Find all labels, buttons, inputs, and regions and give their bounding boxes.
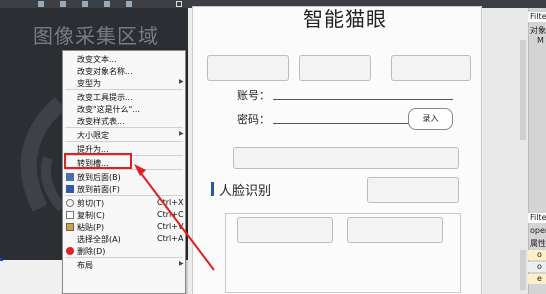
- filter-label: Filte: [530, 12, 546, 21]
- account-input[interactable]: [273, 99, 453, 100]
- scrollbar[interactable]: [520, 40, 526, 140]
- menu-item-label: 剪切(T): [77, 199, 105, 208]
- menu-item-bring-to-front[interactable]: 放到前面(F): [63, 183, 185, 194]
- menu-separator: [65, 257, 183, 258]
- menu-item-label: 改变工具提示...: [77, 93, 133, 102]
- enter-button[interactable]: 录入: [408, 108, 453, 130]
- app-title: 智能猫眼: [303, 7, 387, 31]
- toolbar-icon[interactable]: [82, 1, 88, 7]
- object-inspector-content: Filte 对象 M Filte oper 属性 o o e: [528, 8, 546, 294]
- property-row[interactable]: e: [528, 274, 546, 284]
- menu-item-copy[interactable]: 复制(C) Ctrl+C: [63, 209, 185, 220]
- blank-button[interactable]: [207, 55, 289, 81]
- highlight-box: [64, 153, 132, 169]
- account-label: 账号：: [237, 89, 270, 102]
- face-recognition-label: 人脸识别: [219, 184, 272, 199]
- menu-item-label: 放到后面(B): [77, 173, 121, 182]
- menu-item-label: 粘贴(P): [77, 223, 105, 232]
- menu-item-change-text[interactable]: 改变文本...: [63, 53, 185, 64]
- submenu-arrow-icon: ▶: [179, 260, 184, 267]
- resize-handle[interactable]: [0, 258, 3, 261]
- toolbar-icon[interactable]: [38, 1, 44, 7]
- menu-item-select-all[interactable]: 选择全部(A) Ctrl+A: [63, 233, 185, 244]
- menu-item-label: 改变"这是什么"...: [77, 105, 140, 114]
- toolbar-icon[interactable]: [60, 1, 66, 7]
- menu-item-layout[interactable]: 布局 ▶: [63, 259, 185, 270]
- menu-item-label: 改变文本...: [77, 55, 117, 64]
- paste-icon: [66, 223, 74, 231]
- blank-button[interactable]: [391, 55, 471, 81]
- object-tree-item[interactable]: M: [537, 36, 544, 45]
- delete-icon: [66, 247, 74, 255]
- property-object-name: oper: [530, 226, 546, 235]
- menu-item-paste[interactable]: 粘贴(P) Ctrl+V: [63, 221, 185, 232]
- menu-item-label: 删除(D): [77, 247, 106, 256]
- blank-button[interactable]: [299, 55, 371, 81]
- shortcut-label: Ctrl+V: [157, 222, 184, 231]
- context-menu: 改变文本... 改变对象名称... 变型为 ▶ 改变工具提示... 改变"这是什么…: [62, 50, 186, 294]
- password-input[interactable]: [273, 123, 409, 124]
- menu-item-label: 改变样式表...: [77, 117, 125, 126]
- menu-item-morph-into[interactable]: 变型为 ▶: [63, 77, 185, 88]
- property-row[interactable]: o: [528, 262, 546, 272]
- menu-item-label: 复制(C): [77, 211, 105, 220]
- bring-to-front-icon: [66, 185, 74, 193]
- shortcut-label: Ctrl+A: [157, 234, 184, 243]
- shortcut-label: Ctrl+X: [157, 198, 184, 207]
- menu-separator: [65, 195, 183, 196]
- property-column-header: 属性: [530, 239, 546, 248]
- menu-separator: [65, 169, 183, 170]
- filter-label: Filte: [530, 213, 546, 222]
- menu-item-label: 布局: [77, 261, 93, 270]
- property-row[interactable]: o: [528, 250, 546, 260]
- toolbar-icon[interactable]: [176, 1, 182, 7]
- submenu-arrow-icon: ▶: [179, 130, 184, 137]
- menu-item-label: 变型为: [77, 79, 101, 88]
- menu-item-delete[interactable]: 删除(D): [63, 245, 185, 256]
- menu-item-label: 大小限定: [77, 131, 109, 140]
- blank-button[interactable]: [367, 177, 459, 203]
- menu-item-label: 选择全部(A): [77, 235, 121, 244]
- submenu-arrow-icon: ▶: [179, 78, 184, 85]
- menu-item-label: 改变对象名称...: [77, 67, 133, 76]
- menu-separator: [65, 127, 183, 128]
- scissors-icon: [66, 199, 74, 207]
- copy-icon: [66, 211, 74, 219]
- menu-item-size-constraints[interactable]: 大小限定 ▶: [63, 129, 185, 140]
- menu-item-cut[interactable]: 剪切(T) Ctrl+X: [63, 197, 185, 208]
- menu-item-label: 放到前面(F): [77, 185, 120, 194]
- property-name: e: [537, 274, 542, 283]
- blank-wide-button[interactable]: [233, 147, 459, 169]
- send-to-back-icon: [66, 173, 74, 181]
- form-page: 智能猫眼 账号： 密码： 录入 人脸识别: [192, 6, 482, 294]
- blank-button[interactable]: [237, 217, 333, 243]
- toolbar-icon[interactable]: [104, 1, 110, 7]
- menu-separator: [65, 89, 183, 90]
- menu-item-change-stylesheet[interactable]: 改变样式表...: [63, 115, 185, 126]
- filter-input[interactable]: Filte: [528, 213, 546, 223]
- menu-item-change-object-name[interactable]: 改变对象名称...: [63, 65, 185, 76]
- blank-button[interactable]: [347, 217, 443, 243]
- property-name: o: [537, 262, 542, 271]
- shortcut-label: Ctrl+C: [157, 210, 184, 219]
- object-column-header: 对象: [530, 26, 546, 35]
- menu-item-change-whats-this[interactable]: 改变"这是什么"...: [63, 103, 185, 114]
- toolbar-icon[interactable]: [126, 1, 132, 7]
- property-name: o: [537, 250, 542, 259]
- designer-window: 图像采集区域 智能猫眼 账号： 密码： 录入 人脸识别 Filte 对象 M F…: [0, 0, 546, 294]
- menu-item-send-to-back[interactable]: 放到后面(B): [63, 171, 185, 182]
- section-marker: [211, 182, 214, 196]
- filter-input[interactable]: Filte: [528, 12, 546, 22]
- form-canvas: 智能猫眼 账号： 密码： 录入 人脸识别: [188, 6, 484, 294]
- scrollbar[interactable]: [520, 250, 526, 290]
- menu-item-change-tooltip[interactable]: 改变工具提示...: [63, 91, 185, 102]
- password-label: 密码：: [237, 113, 270, 126]
- menu-separator: [65, 141, 183, 142]
- capture-area-title: 图像采集区域: [33, 24, 159, 48]
